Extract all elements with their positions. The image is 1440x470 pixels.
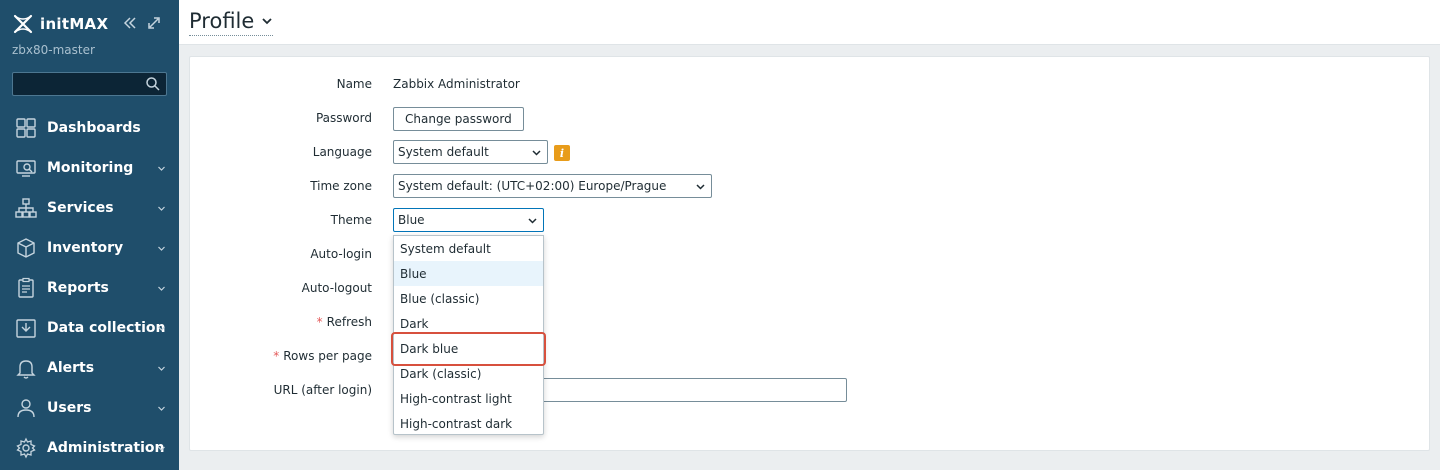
menu-item-services[interactable]: Services [0, 188, 179, 228]
menu-label: Alerts [47, 360, 95, 376]
menu-label: Data collection [47, 320, 166, 336]
gear-icon [16, 437, 36, 459]
brand[interactable]: initMAX [12, 12, 108, 36]
autologout-label: Auto-logout [301, 281, 372, 295]
monitoring-icon [16, 160, 36, 177]
change-password-button[interactable]: Change password [393, 107, 524, 131]
chevron-down-icon [696, 184, 705, 190]
dashboards-icon [16, 118, 36, 138]
language-label: Language [312, 145, 372, 159]
search-icon[interactable] [145, 76, 161, 92]
highlight-annotation [391, 332, 546, 366]
chevron-down-icon [158, 326, 165, 331]
timezone-label: Time zone [310, 179, 372, 193]
menu-label: Services [47, 200, 114, 216]
user-icon [17, 399, 35, 418]
reports-icon [18, 277, 34, 298]
refresh-label: * Refresh [316, 315, 372, 329]
menu-item-dashboards[interactable]: Dashboards [0, 108, 179, 148]
chevron-down-icon [532, 150, 541, 156]
menu-label: Administration [47, 440, 165, 456]
timezone-value: System default: (UTC+02:00) Europe/Pragu… [398, 179, 667, 193]
theme-option-high-contrast-light[interactable]: High-contrast light [394, 386, 543, 411]
menu-item-users[interactable]: Users [0, 388, 179, 428]
kiosk-mode-icon[interactable] [146, 15, 162, 31]
url-after-login-input[interactable] [540, 378, 847, 402]
services-icon [15, 198, 37, 218]
data-collection-icon [16, 319, 36, 338]
collapse-sidebar-icon[interactable] [122, 15, 138, 31]
sidebar: initMAX zbx80-master Dashboards Monitori… [0, 0, 179, 470]
chevron-down-icon [158, 166, 165, 171]
page-header: Profile [179, 0, 1440, 45]
chevron-down-icon [158, 246, 165, 251]
menu-label: Users [47, 400, 92, 416]
name-value: Zabbix Administrator [393, 77, 520, 91]
chevron-down-icon [262, 18, 272, 25]
brand-name: initMAX [40, 15, 109, 33]
theme-label: Theme [330, 213, 372, 227]
page-title[interactable]: Profile [189, 9, 274, 36]
theme-option-high-contrast-dark[interactable]: High-contrast dark [394, 411, 543, 436]
sidebar-search-input[interactable] [12, 72, 167, 96]
menu-item-alerts[interactable]: Alerts [0, 348, 179, 388]
required-marker: * [316, 315, 323, 329]
theme-option-system-default[interactable]: System default [394, 236, 543, 261]
url-after-login-label: URL (after login) [273, 383, 372, 397]
password-label: Password [315, 111, 372, 125]
name-label: Name [336, 77, 372, 91]
profile-form: Name Zabbix Administrator Password Chang… [189, 56, 1430, 451]
autologin-label: Auto-login [310, 247, 372, 261]
page-title-text: Profile [189, 9, 255, 33]
menu-item-monitoring[interactable]: Monitoring [0, 148, 179, 188]
language-value: System default [398, 145, 489, 159]
theme-option-blue-classic[interactable]: Blue (classic) [394, 286, 543, 311]
menu-item-reports[interactable]: Reports [0, 268, 179, 308]
initmax-logo-icon [13, 14, 33, 34]
rows-per-page-label: * Rows per page [273, 349, 372, 363]
theme-option-blue[interactable]: Blue [394, 261, 543, 286]
menu-item-data-collection[interactable]: Data collection [0, 308, 179, 348]
chevron-down-icon [158, 366, 165, 371]
menu-item-administration[interactable]: Administration [0, 428, 179, 468]
menu-label: Reports [47, 280, 109, 296]
timezone-select[interactable]: System default: (UTC+02:00) Europe/Pragu… [393, 174, 712, 198]
chevron-down-icon [528, 218, 537, 224]
chevron-down-icon [158, 286, 165, 291]
chevron-down-icon [158, 446, 165, 451]
menu-label: Dashboards [47, 120, 141, 136]
bell-icon [16, 360, 36, 379]
chevron-down-icon [158, 206, 165, 211]
inventory-icon [17, 238, 35, 258]
language-select[interactable]: System default [393, 140, 548, 164]
chevron-down-icon [158, 406, 165, 411]
theme-select[interactable]: Blue [393, 208, 544, 232]
theme-value: Blue [398, 213, 425, 227]
info-icon[interactable]: i [554, 145, 570, 161]
required-marker: * [273, 349, 280, 363]
menu-label: Monitoring [47, 160, 134, 176]
menu-label: Inventory [47, 240, 124, 256]
server-name: zbx80-master [12, 43, 95, 57]
menu-item-inventory[interactable]: Inventory [0, 228, 179, 268]
